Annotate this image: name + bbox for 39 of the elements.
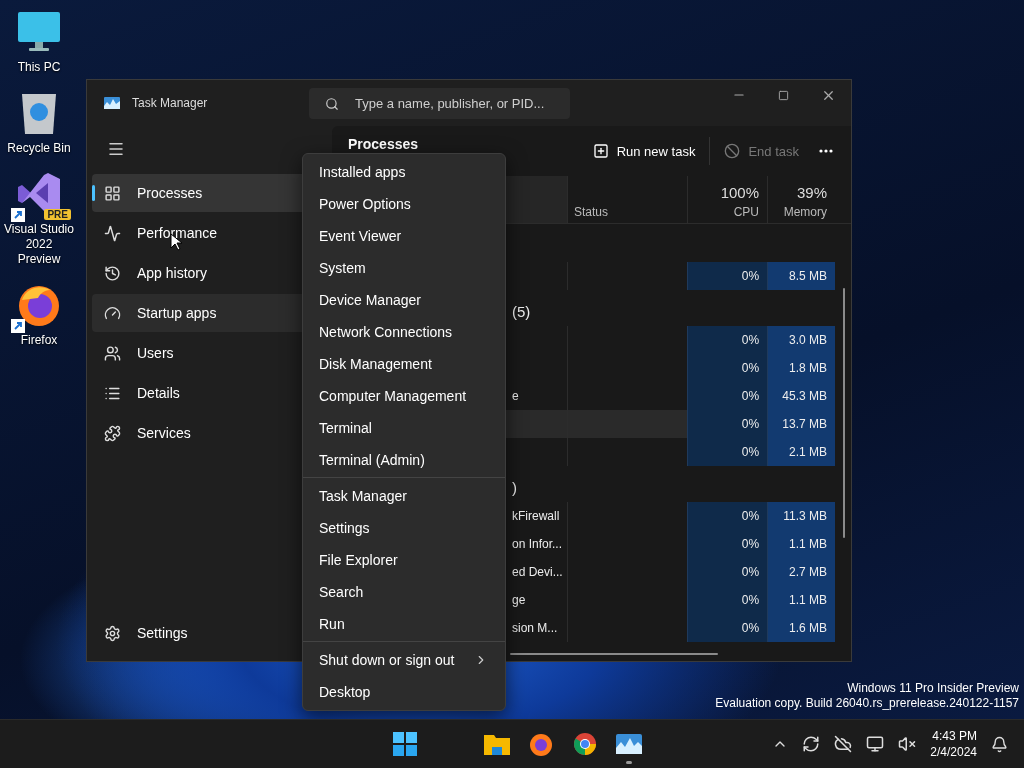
shortcut-label: Visual Studio 2022 Preview	[3, 222, 75, 267]
group-name: )	[512, 479, 517, 496]
shortcut-label: This PC	[16, 60, 62, 75]
cpu-cell: 0%	[687, 558, 768, 586]
cpu-cell: 0%	[687, 586, 768, 614]
process-name: kFirewall	[512, 509, 560, 523]
window-title: Task Manager	[132, 96, 209, 110]
evaluation-notice: Evaluation copy. Build 26040.rs_prerelease.240122-1157	[715, 696, 1019, 711]
cpu-cell: 0%	[687, 614, 768, 642]
cpu-cell: 0%	[687, 262, 768, 290]
memory-cell: 1.1 MB	[767, 586, 835, 614]
process-name: ed Devi...	[512, 565, 563, 579]
memory-cell: 11.3 MB	[767, 502, 835, 530]
cpu-cell: 0%	[687, 438, 768, 466]
page-title: Processes	[348, 136, 419, 152]
evaluation-notice: Windows 11 Pro Insider Preview	[847, 681, 1019, 696]
process-name: sion M...	[512, 621, 558, 635]
group-name: (5)	[512, 303, 531, 320]
shortcut-label: Firefox	[19, 333, 59, 348]
cpu-cell: 0%	[687, 354, 768, 382]
memory-cell: 2.1 MB	[767, 438, 835, 466]
memory-cell: 1.8 MB	[767, 354, 835, 382]
memory-cell: 2.7 MB	[767, 558, 835, 586]
memory-cell: 1.1 MB	[767, 530, 835, 558]
cpu-cell: 0%	[687, 410, 768, 438]
memory-cell: 8.5 MB	[767, 262, 835, 290]
process-name: ge	[512, 593, 526, 607]
memory-cell: 3.0 MB	[767, 326, 835, 354]
memory-cell: 1.6 MB	[767, 614, 835, 642]
memory-cell: 45.3 MB	[767, 382, 835, 410]
process-name: on Infor...	[512, 537, 563, 551]
process-name: e	[512, 389, 519, 403]
cpu-cell: 0%	[687, 502, 768, 530]
cpu-cell: 0%	[687, 382, 768, 410]
memory-cell: 13.7 MB	[767, 410, 835, 438]
cpu-cell: 0%	[687, 326, 768, 354]
shortcut-label: Recycle Bin	[6, 141, 72, 156]
cpu-cell: 0%	[687, 530, 768, 558]
preview-badge: PRE	[44, 209, 71, 220]
